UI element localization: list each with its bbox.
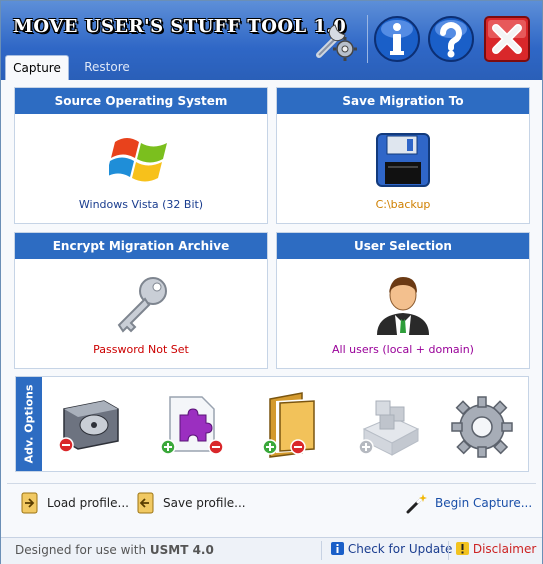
panel-title: Source Operating System — [15, 88, 267, 114]
tab-capture[interactable]: Capture — [5, 55, 69, 80]
registry-cubes-icon[interactable] — [352, 389, 424, 461]
panel-source-os[interactable]: Source Operating System Windows Vista (3… — [14, 87, 268, 224]
tools-icon[interactable] — [311, 15, 359, 63]
user-icon — [377, 277, 429, 335]
panel-save-migration[interactable]: Save Migration To C:\backup — [276, 87, 530, 224]
load-profile-icon — [21, 492, 38, 514]
panel-title: Save Migration To — [277, 88, 529, 114]
close-icon[interactable] — [483, 15, 531, 63]
advanced-options-label: Adv. Options — [16, 377, 42, 471]
floppy-disk-icon — [376, 133, 430, 187]
panel-title: User Selection — [277, 233, 529, 259]
magic-wand-icon — [406, 494, 427, 514]
panel-encrypt-archive[interactable]: Encrypt Migration Archive Password Not S… — [14, 232, 268, 369]
panel-title: Encrypt Migration Archive — [15, 233, 267, 259]
disclaimer-link[interactable]: Disclaimer — [456, 542, 536, 556]
panel-user-selection[interactable]: User Selection All users (local + domain… — [276, 232, 530, 369]
info-small-icon — [331, 542, 344, 555]
folder-icon[interactable] — [258, 389, 330, 461]
check-for-update-link[interactable]: Check for Update — [331, 542, 452, 556]
status-separator — [321, 541, 322, 560]
header-separator — [367, 15, 368, 63]
user-selection-value: All users (local + domain) — [332, 343, 474, 356]
footer-divider — [7, 483, 536, 484]
designed-for-text: Designed for use with USMT 4.0 — [15, 543, 214, 557]
gear-icon[interactable] — [446, 389, 518, 461]
warning-icon — [456, 542, 469, 555]
tab-restore[interactable]: Restore — [77, 55, 137, 80]
load-profile-button[interactable]: Load profile... — [19, 491, 129, 515]
source-os-value: Windows Vista (32 Bit) — [78, 198, 204, 211]
advanced-options-panel: Adv. Options — [15, 376, 529, 472]
info-icon[interactable] — [373, 15, 421, 63]
plugin-puzzle-icon[interactable] — [156, 389, 228, 461]
status-separator — [448, 541, 449, 560]
begin-capture-button[interactable]: Begin Capture... — [405, 491, 535, 515]
windows-logo-icon — [109, 138, 167, 182]
encrypt-status-value: Password Not Set — [93, 343, 189, 356]
app-title: MOVE USER'S STUFF TOOL 1.0 — [13, 16, 347, 37]
save-profile-button[interactable]: Save profile... — [135, 491, 246, 515]
header-bar: MOVE USER'S STUFF TOOL 1.0 Capture Resto… — [1, 1, 542, 80]
save-profile-icon — [137, 492, 154, 514]
hard-drive-icon[interactable] — [54, 389, 126, 461]
key-icon — [117, 277, 167, 333]
save-path-value: C:\backup — [375, 198, 431, 211]
status-bar: Designed for use with USMT 4.0 Check for… — [1, 537, 542, 564]
app-window: MOVE USER'S STUFF TOOL 1.0 Capture Resto… — [0, 0, 543, 564]
help-icon[interactable] — [427, 15, 475, 63]
